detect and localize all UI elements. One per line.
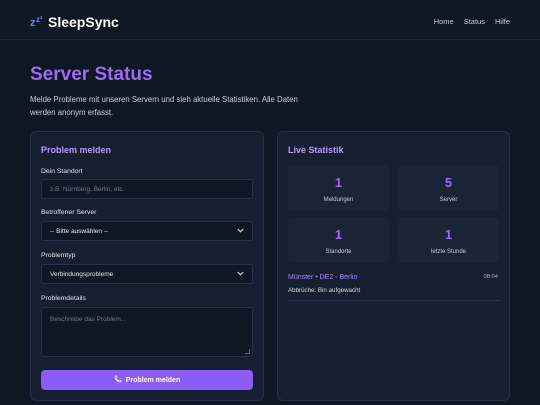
problem-type-value: Verbindungsprobleme bbox=[50, 270, 114, 278]
details-label: Problemdetails bbox=[41, 295, 86, 302]
nav-link-home[interactable]: Home bbox=[434, 17, 454, 26]
submit-report-button[interactable]: Problem melden bbox=[41, 370, 253, 390]
stat-value: 5 bbox=[444, 175, 453, 190]
live-stats-card: Live Statistik 1 Meldungen 5 Server 1 St… bbox=[277, 131, 510, 401]
chevron-down-icon bbox=[237, 271, 244, 278]
stat-label: letzte Stunde bbox=[430, 249, 467, 255]
stat-value: 1 bbox=[334, 175, 343, 190]
report-location: Münster • DE2 - Berlin bbox=[288, 274, 358, 281]
location-label: Dein Standort bbox=[41, 168, 83, 175]
stat-label: Standorte bbox=[325, 249, 352, 255]
nav-link-status[interactable]: Status bbox=[464, 17, 485, 26]
stats-heading: Live Statistik bbox=[288, 145, 344, 155]
sleep-logo-icon: z z z bbox=[30, 15, 44, 30]
problem-type-select[interactable]: Verbindungsprobleme bbox=[41, 264, 253, 284]
form-heading: Problem melden bbox=[41, 145, 112, 155]
stat-tile-meldungen: 1 Meldungen bbox=[288, 165, 389, 211]
stat-tile-server: 5 Server bbox=[398, 165, 499, 211]
stat-label: Meldungen bbox=[323, 197, 354, 203]
report-list-item: Münster • DE2 - Berlin 08:04 Abbrüche: B… bbox=[288, 273, 500, 301]
stat-value: 1 bbox=[444, 227, 453, 242]
svg-text:z: z bbox=[40, 15, 43, 21]
location-placeholder: z.B. Nürnberg, Berlin, etc. bbox=[50, 185, 125, 193]
server-select[interactable]: -- Bitte auswählen -- bbox=[41, 221, 253, 241]
details-placeholder: Beschreibe das Problem... bbox=[50, 316, 127, 323]
stat-value: 1 bbox=[334, 227, 343, 242]
page-title: Server Status bbox=[30, 64, 153, 85]
resize-handle-icon[interactable] bbox=[245, 349, 250, 354]
brand[interactable]: z z z SleepSync bbox=[30, 14, 119, 30]
location-input[interactable]: z.B. Nürnberg, Berlin, etc. bbox=[41, 179, 253, 199]
nav-link-hilfe[interactable]: Hilfe bbox=[495, 17, 510, 26]
type-label: Problemtyp bbox=[41, 252, 76, 259]
stat-label: Server bbox=[439, 197, 458, 203]
stat-tile-standorte: 1 Standorte bbox=[288, 217, 389, 263]
page-description: Melde Probleme mit unseren Servern und s… bbox=[30, 95, 298, 117]
chevron-down-icon bbox=[237, 228, 244, 235]
report-time: 08:04 bbox=[483, 274, 498, 280]
server-label: Betroffener Server bbox=[41, 209, 97, 216]
brand-name: SleepSync bbox=[48, 14, 119, 30]
server-select-value: -- Bitte auswählen -- bbox=[50, 227, 109, 235]
main-nav: Home Status Hilfe bbox=[434, 17, 510, 26]
report-form-card: Problem melden Dein Standort z.B. Nürnbe… bbox=[30, 131, 264, 401]
report-message: Abbrüche: Bin aufgewacht bbox=[288, 287, 361, 294]
details-textarea[interactable]: Beschreibe das Problem... bbox=[41, 307, 253, 357]
top-navigation-bar: z z z SleepSync Home Status Hilfe bbox=[0, 0, 540, 40]
stat-tile-letzte-stunde: 1 letzte Stunde bbox=[398, 217, 499, 263]
phone-icon bbox=[114, 375, 122, 385]
submit-label: Problem melden bbox=[125, 376, 181, 384]
